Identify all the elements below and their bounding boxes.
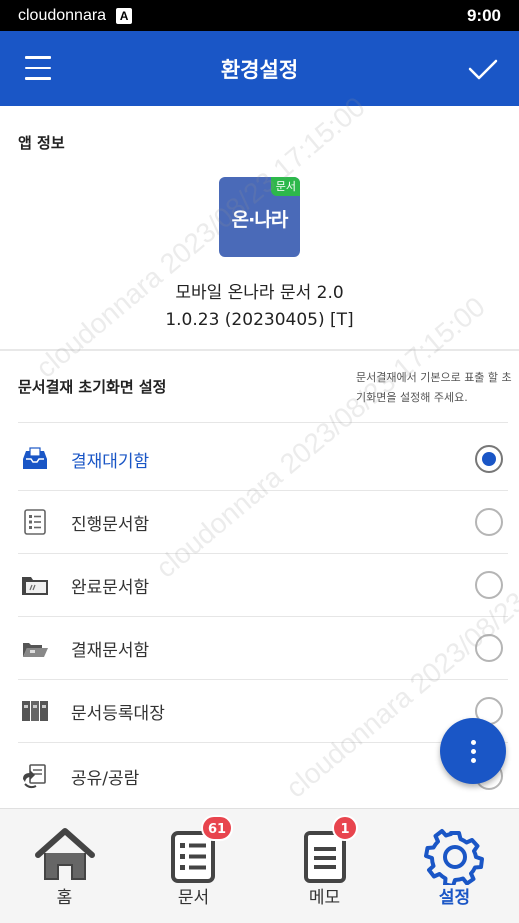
option-row-approval-waiting[interactable]: 결재대기함 bbox=[0, 428, 519, 490]
binders-icon bbox=[22, 701, 48, 721]
checkmark-icon[interactable] bbox=[467, 53, 499, 85]
option-row-completed[interactable]: 완료문서함 bbox=[0, 554, 519, 616]
app-logo-icon: 문서 온·나라 bbox=[219, 177, 300, 257]
row-divider bbox=[18, 742, 508, 743]
app-version: 1.0.23 (20230405) [T] bbox=[165, 310, 354, 330]
home-icon bbox=[35, 828, 95, 880]
option-row-in-progress[interactable]: 진행문서함 bbox=[0, 491, 519, 553]
list-document-icon bbox=[24, 509, 46, 535]
radio-button[interactable] bbox=[475, 571, 503, 599]
app-icon-logo-text: 온·나라 bbox=[231, 209, 289, 231]
app-name: 모바일 온나라 문서 2.0 bbox=[175, 283, 344, 303]
hamburger-menu-icon[interactable] bbox=[25, 56, 51, 80]
page-title: 환경설정 bbox=[220, 57, 299, 82]
bottom-navigation: 홈 61 문서 1 메모 설정 bbox=[0, 808, 519, 923]
section-divider bbox=[0, 349, 519, 351]
option-label: 결재대기함 bbox=[71, 452, 150, 472]
option-label: 결재문서함 bbox=[71, 641, 150, 661]
option-label: 공유/공람 bbox=[71, 769, 140, 789]
nav-label: 메모 bbox=[308, 888, 341, 908]
option-row-approved[interactable]: 결재문서함 bbox=[0, 617, 519, 679]
initial-screen-hint: 문서결재에서 기본으로 표출 할 초기화면을 설정해 주세요. bbox=[356, 371, 512, 404]
nav-memo[interactable]: 1 메모 bbox=[260, 809, 389, 923]
app-info-title: 앱 정보 bbox=[18, 134, 65, 152]
option-row-registry[interactable]: 문서등록대장 bbox=[0, 680, 519, 742]
clock: 9:00 bbox=[466, 5, 501, 25]
nav-documents[interactable]: 61 문서 bbox=[129, 809, 258, 923]
radio-button[interactable] bbox=[475, 508, 503, 536]
row-divider bbox=[18, 422, 508, 423]
radio-button[interactable] bbox=[475, 634, 503, 662]
status-bar: cloudonnara A 9:00 bbox=[0, 0, 519, 31]
app-bar: 환경설정 bbox=[0, 31, 519, 106]
unread-badge: 61 bbox=[201, 815, 234, 841]
unread-badge: 1 bbox=[332, 815, 358, 841]
gear-icon bbox=[424, 829, 484, 885]
notification-icon: A bbox=[116, 7, 133, 24]
open-folder-icon bbox=[23, 643, 48, 657]
carrier-name: cloudonnara bbox=[18, 6, 107, 24]
option-label: 완료문서함 bbox=[71, 578, 150, 598]
nav-label: 홈 bbox=[56, 888, 73, 908]
initial-screen-title: 문서결재 초기화면 설정 bbox=[18, 378, 167, 396]
nav-home[interactable]: 홈 bbox=[0, 809, 129, 923]
more-vertical-icon[interactable] bbox=[440, 718, 506, 784]
inbox-tray-icon bbox=[23, 447, 47, 469]
option-label: 진행문서함 bbox=[71, 515, 150, 535]
radio-button-selected[interactable] bbox=[475, 445, 503, 473]
option-label: 문서등록대장 bbox=[71, 704, 165, 724]
nav-settings[interactable]: 설정 bbox=[390, 809, 519, 923]
share-document-icon bbox=[23, 764, 46, 789]
app-icon-tag: 문서 bbox=[270, 177, 300, 196]
nav-label: 설정 bbox=[438, 888, 471, 908]
folder-icon bbox=[22, 577, 48, 595]
watermark: cloudonnara 2023/08/23 17:15:00 bbox=[30, 90, 371, 384]
nav-label: 문서 bbox=[177, 888, 210, 908]
